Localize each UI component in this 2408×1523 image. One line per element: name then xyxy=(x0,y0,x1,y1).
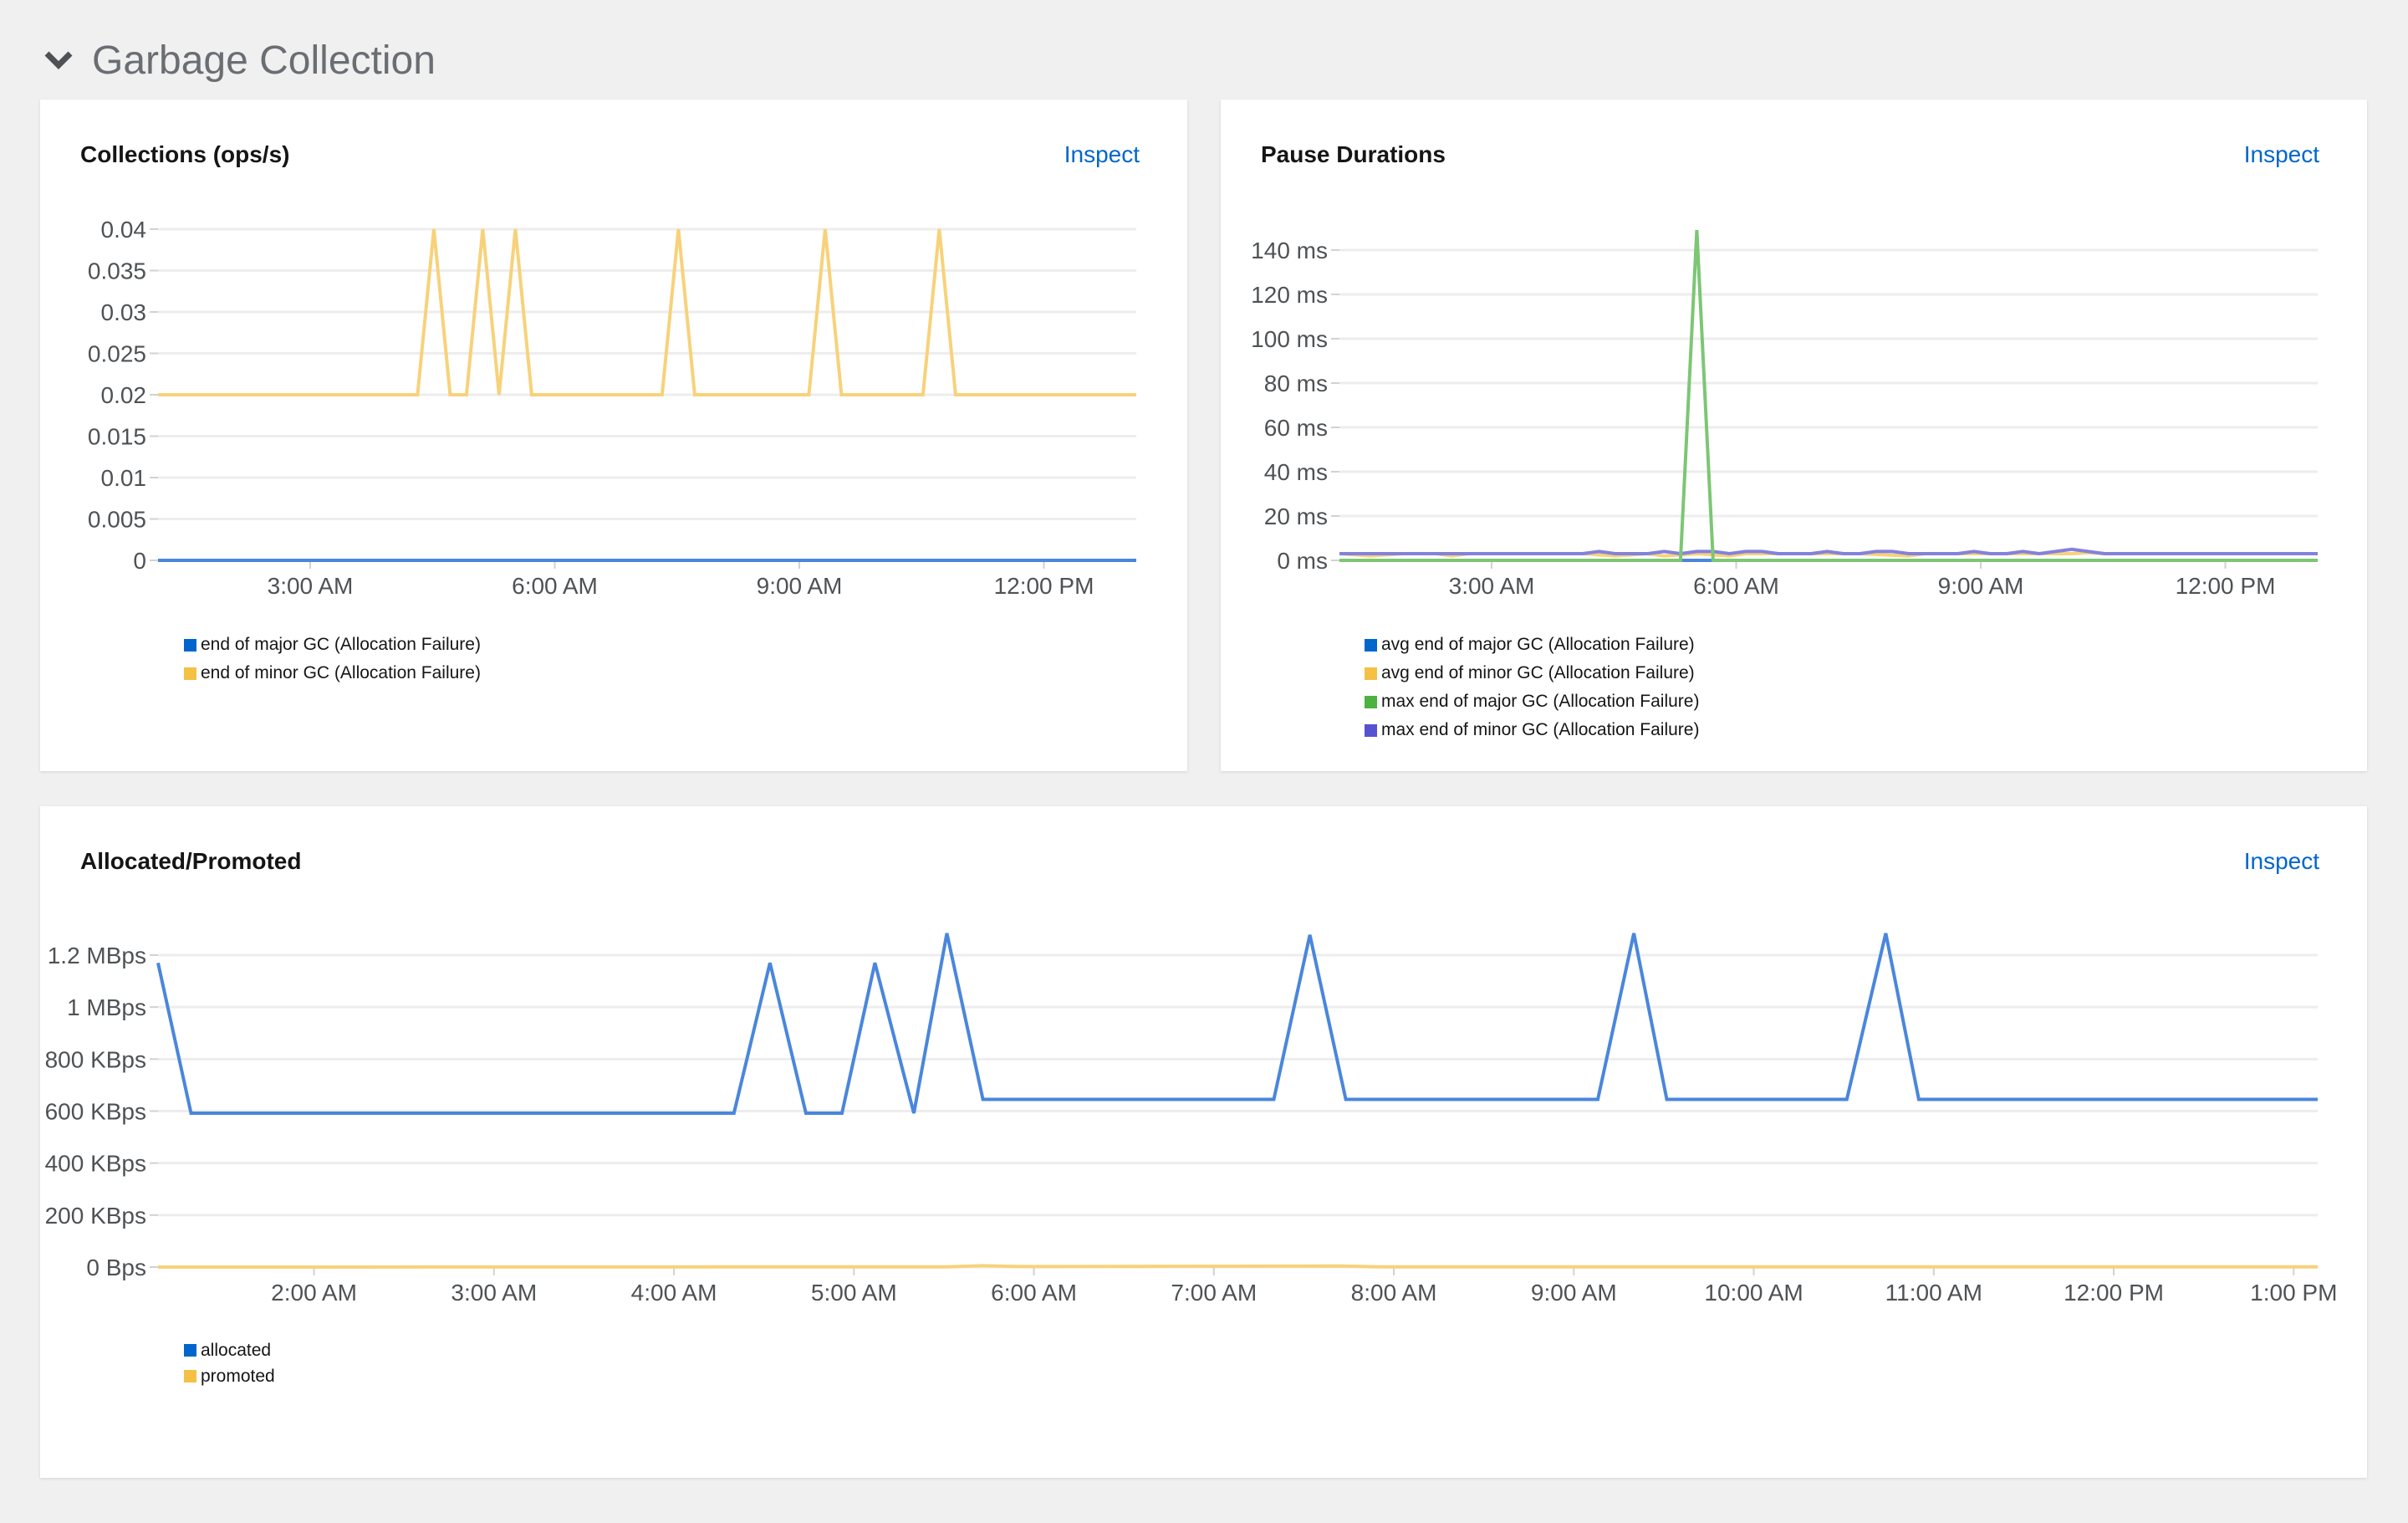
y-tick-label: 0.03 xyxy=(101,299,147,325)
x-tick-label: 8:00 AM xyxy=(1351,1280,1437,1306)
y-tick-label: 200 KBps xyxy=(45,1203,146,1229)
x-tick-label: 9:00 AM xyxy=(1938,573,2024,599)
y-tick-label: 60 ms xyxy=(1264,415,1328,441)
legend-item[interactable]: allocated xyxy=(184,1337,275,1363)
y-tick-label: 0.015 xyxy=(88,424,146,450)
x-tick-label: 6:00 AM xyxy=(991,1280,1077,1306)
series-line-max-end-of-major-gc-allocation-failure xyxy=(1339,230,2318,562)
legend-swatch-icon xyxy=(184,638,196,652)
x-tick-label: 5:00 AM xyxy=(811,1280,897,1306)
allocated-promoted-card: Allocated/Promoted Inspect 0 Bps 200 KBps… xyxy=(40,806,2367,1478)
x-tick-label: 3:00 AM xyxy=(1449,573,1535,599)
y-tick-label: 120 ms xyxy=(1251,282,1328,308)
series-line-promoted xyxy=(157,1264,2318,1269)
y-tick-label: 0 Bps xyxy=(86,1255,146,1280)
legend-swatch-icon xyxy=(1365,638,1377,652)
x-tick-label: 12:00 PM xyxy=(994,573,1094,599)
legend-swatch-icon xyxy=(1365,667,1377,680)
chart-legend: end of major GC (Allocation Failure) end … xyxy=(184,631,481,687)
x-tick-label: 3:00 AM xyxy=(268,573,354,599)
y-tick-label: 0 ms xyxy=(1277,548,1328,574)
legend-label: max end of minor GC (Allocation Failure) xyxy=(1381,720,1700,739)
y-tick-label: 20 ms xyxy=(1264,503,1328,529)
y-tick-label: 0.02 xyxy=(101,382,147,408)
legend-label: avg end of minor GC (Allocation Failure) xyxy=(1381,663,1695,682)
y-tick-label: 1 MBps xyxy=(67,994,146,1020)
y-tick-label: 1.2 MBps xyxy=(48,943,146,968)
x-tick-label: 11:00 AM xyxy=(1885,1280,1982,1306)
legend-item[interactable]: avg end of minor GC (Allocation Failure) xyxy=(1365,659,1699,687)
legend-item[interactable]: promoted xyxy=(184,1363,275,1389)
chart-legend: allocated promoted xyxy=(184,1337,275,1389)
x-tick-label: 12:00 PM xyxy=(2176,573,2276,599)
x-tick-label: 9:00 AM xyxy=(1531,1280,1617,1306)
chevron-down-icon xyxy=(44,51,73,69)
x-tick-label: 6:00 AM xyxy=(512,573,598,599)
legend-swatch-icon xyxy=(184,1344,196,1357)
x-tick-label: 10:00 AM xyxy=(1704,1280,1803,1306)
legend-label: max end of major GC (Allocation Failure) xyxy=(1381,692,1700,711)
y-tick-label: 600 KBps xyxy=(45,1099,146,1125)
collections-chart: 0 0.005 0.01 0.015 0.02 0.025 0.03 0.035 0.04 3:0… xyxy=(88,217,1136,599)
pause-durations-chart: 0 ms 20 ms 40 ms 60 ms 80 ms 100 ms 120 ms 140 … xyxy=(1251,230,2318,599)
x-tick-label: 7:00 AM xyxy=(1171,1280,1257,1306)
x-tick-label: 3:00 AM xyxy=(451,1280,537,1306)
legend-swatch-icon xyxy=(1365,723,1377,737)
legend-item[interactable]: end of major GC (Allocation Failure) xyxy=(184,631,481,659)
y-tick-label: 800 KBps xyxy=(45,1046,146,1072)
legend-label: end of minor GC (Allocation Failure) xyxy=(201,663,481,682)
y-tick-label: 80 ms xyxy=(1264,371,1328,396)
legend-item[interactable]: max end of minor GC (Allocation Failure) xyxy=(1365,716,1699,744)
legend-swatch-icon xyxy=(184,667,196,680)
allocated-promoted-chart: 0 Bps 200 KBps 400 KBps 600 KBps 800 KBps 1 M… xyxy=(45,933,2337,1306)
x-tick-label: 2:00 AM xyxy=(271,1280,357,1306)
x-tick-label: 9:00 AM xyxy=(757,573,843,599)
y-tick-label: 0.035 xyxy=(88,258,146,284)
y-tick-label: 140 ms xyxy=(1251,238,1328,263)
x-tick-label: 6:00 AM xyxy=(1693,573,1779,599)
x-tick-label: 1:00 PM xyxy=(2250,1280,2337,1306)
legend-item[interactable]: max end of major GC (Allocation Failure) xyxy=(1365,687,1699,716)
collections-card: Collections (ops/s) Inspect 0 0.005 0.01 0.… xyxy=(40,100,1187,771)
y-tick-label: 0.005 xyxy=(88,507,146,533)
pause-durations-card: Pause Durations Inspect 0 ms 20 ms 40 ms 60… xyxy=(1221,100,2367,771)
x-tick-label: 12:00 PM xyxy=(2064,1280,2164,1306)
y-tick-label: 0 xyxy=(133,548,146,574)
legend-label: allocated xyxy=(201,1340,272,1360)
series-line-allocated xyxy=(156,933,2318,1115)
y-tick-label: 0.025 xyxy=(88,341,146,367)
legend-label: promoted xyxy=(201,1366,275,1386)
section-title: Garbage Collection xyxy=(92,38,436,83)
y-tick-label: 100 ms xyxy=(1251,326,1328,352)
chart-legend: avg end of major GC (Allocation Failure)… xyxy=(1365,631,1699,744)
y-tick-label: 0.04 xyxy=(101,217,147,243)
legend-label: end of major GC (Allocation Failure) xyxy=(201,635,481,654)
series-line-max-end-of-minor-gc-allocation-failure xyxy=(1339,547,2318,556)
legend-item[interactable]: end of minor GC (Allocation Failure) xyxy=(184,659,481,687)
legend-label: avg end of major GC (Allocation Failure) xyxy=(1381,635,1695,654)
legend-swatch-icon xyxy=(184,1370,196,1382)
legend-swatch-icon xyxy=(1365,695,1377,708)
y-tick-label: 0.01 xyxy=(101,465,147,491)
y-tick-label: 40 ms xyxy=(1264,459,1328,485)
y-tick-label: 400 KBps xyxy=(45,1151,146,1177)
section-toggle-garbage-collection[interactable]: Garbage Collection xyxy=(43,33,436,87)
x-tick-label: 4:00 AM xyxy=(631,1280,717,1306)
legend-item[interactable]: avg end of major GC (Allocation Failure) xyxy=(1365,631,1699,659)
